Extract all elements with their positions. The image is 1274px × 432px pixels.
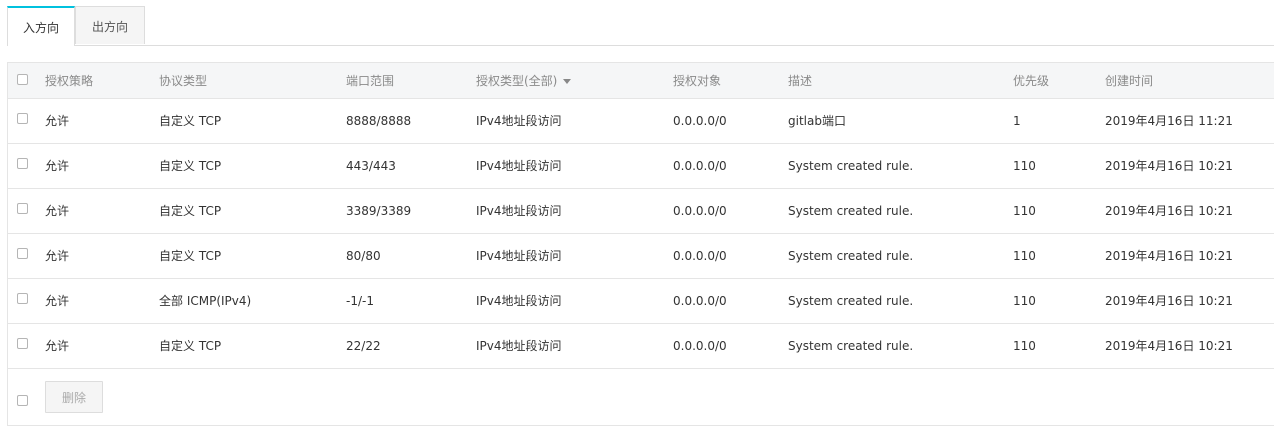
cell-port: 8888/8888 (346, 114, 412, 128)
column-header-protocol: 协议类型 (159, 74, 208, 88)
table-footer (8, 369, 1274, 427)
caret-down-icon (563, 79, 572, 84)
cell-created: 2019年4月16日 10:21 (1105, 294, 1233, 308)
cell-target: 0.0.0.0/0 (673, 339, 727, 353)
cell-description: System created rule. (788, 339, 914, 353)
cell-auth-type: IPv4地址段访问 (476, 159, 562, 173)
cell-port: -1/-1 (346, 294, 374, 308)
cell-policy: 允许 (45, 159, 70, 173)
table-row: 允许 自定义 TCP 8888/8888 IPv4地址段访问 0.0.0.0/0… (8, 99, 1274, 144)
tab-inbound[interactable]: 入方向 (7, 6, 75, 46)
row-checkbox[interactable] (17, 158, 28, 169)
cell-target: 0.0.0.0/0 (673, 294, 727, 308)
table-row: 允许 自定义 TCP 80/80 IPv4地址段访问 0.0.0.0/0 Sys… (8, 234, 1274, 279)
select-all-checkbox[interactable] (17, 74, 28, 85)
cell-protocol: 自定义 TCP (159, 114, 222, 128)
cell-policy: 允许 (45, 204, 70, 218)
cell-port: 443/443 (346, 159, 396, 173)
cell-policy: 允许 (45, 294, 70, 308)
cell-target: 0.0.0.0/0 (673, 114, 727, 128)
footer-select-all-checkbox[interactable] (17, 395, 28, 406)
cell-protocol: 自定义 TCP (159, 159, 222, 173)
table-row: 允许 全部 ICMP(IPv4) -1/-1 IPv4地址段访问 0.0.0.0… (8, 279, 1274, 324)
cell-created: 2019年4月16日 11:21 (1105, 114, 1233, 128)
cell-port: 22/22 (346, 339, 381, 353)
delete-button[interactable]: 删除 (45, 381, 103, 413)
cell-port: 80/80 (346, 249, 381, 263)
cell-policy: 允许 (45, 339, 70, 353)
table-row: 允许 自定义 TCP 443/443 IPv4地址段访问 0.0.0.0/0 S… (8, 144, 1274, 189)
cell-created: 2019年4月16日 10:21 (1105, 339, 1233, 353)
column-header-target: 授权对象 (673, 74, 722, 88)
column-header-description: 描述 (788, 74, 813, 88)
cell-description: System created rule. (788, 159, 914, 173)
cell-description: System created rule. (788, 204, 914, 218)
row-checkbox[interactable] (17, 203, 28, 214)
row-checkbox[interactable] (17, 293, 28, 304)
cell-protocol: 自定义 TCP (159, 339, 222, 353)
row-checkbox[interactable] (17, 113, 28, 124)
cell-target: 0.0.0.0/0 (673, 159, 727, 173)
column-header-created: 创建时间 (1105, 74, 1154, 88)
cell-policy: 允许 (45, 114, 70, 128)
cell-target: 0.0.0.0/0 (673, 249, 727, 263)
cell-policy: 允许 (45, 249, 70, 263)
cell-created: 2019年4月16日 10:21 (1105, 159, 1233, 173)
cell-protocol: 全部 ICMP(IPv4) (159, 294, 252, 308)
cell-description: System created rule. (788, 249, 914, 263)
table-row: 允许 自定义 TCP 22/22 IPv4地址段访问 0.0.0.0/0 Sys… (8, 324, 1274, 369)
cell-created: 2019年4月16日 10:21 (1105, 249, 1233, 263)
cell-protocol: 自定义 TCP (159, 249, 222, 263)
cell-description: System created rule. (788, 294, 914, 308)
cell-port: 3389/3389 (346, 204, 412, 218)
auth-type-filter-label: 授权类型(全部) (476, 74, 558, 88)
cell-priority: 110 (1013, 294, 1036, 308)
tab-outbound[interactable]: 出方向 (75, 6, 145, 44)
cell-priority: 110 (1013, 339, 1036, 353)
column-header-port: 端口范围 (346, 74, 395, 88)
cell-priority: 110 (1013, 159, 1036, 173)
cell-description: gitlab端口 (788, 114, 846, 128)
table-row: 允许 自定义 TCP 3389/3389 IPv4地址段访问 0.0.0.0/0… (8, 189, 1274, 234)
cell-priority: 110 (1013, 204, 1036, 218)
cell-auth-type: IPv4地址段访问 (476, 114, 562, 128)
cell-auth-type: IPv4地址段访问 (476, 249, 562, 263)
cell-target: 0.0.0.0/0 (673, 204, 727, 218)
cell-priority: 1 (1013, 114, 1021, 128)
row-checkbox[interactable] (17, 248, 28, 259)
security-rules-table: 授权策略 协议类型 端口范围 授权类型(全部) 授权对象 描述 优先级 创建时间… (7, 62, 1274, 426)
cell-auth-type: IPv4地址段访问 (476, 204, 562, 218)
column-header-priority: 优先级 (1013, 74, 1050, 88)
cell-auth-type: IPv4地址段访问 (476, 339, 562, 353)
cell-priority: 110 (1013, 249, 1036, 263)
column-header-auth-type-filter[interactable]: 授权类型(全部) (476, 63, 572, 99)
table-header: 授权策略 协议类型 端口范围 授权类型(全部) 授权对象 描述 优先级 创建时间 (8, 63, 1274, 99)
column-header-policy: 授权策略 (45, 74, 94, 88)
cell-auth-type: IPv4地址段访问 (476, 294, 562, 308)
row-checkbox[interactable] (17, 338, 28, 349)
cell-protocol: 自定义 TCP (159, 204, 222, 218)
cell-created: 2019年4月16日 10:21 (1105, 204, 1233, 218)
direction-tabs: 入方向 出方向 (7, 6, 1274, 46)
